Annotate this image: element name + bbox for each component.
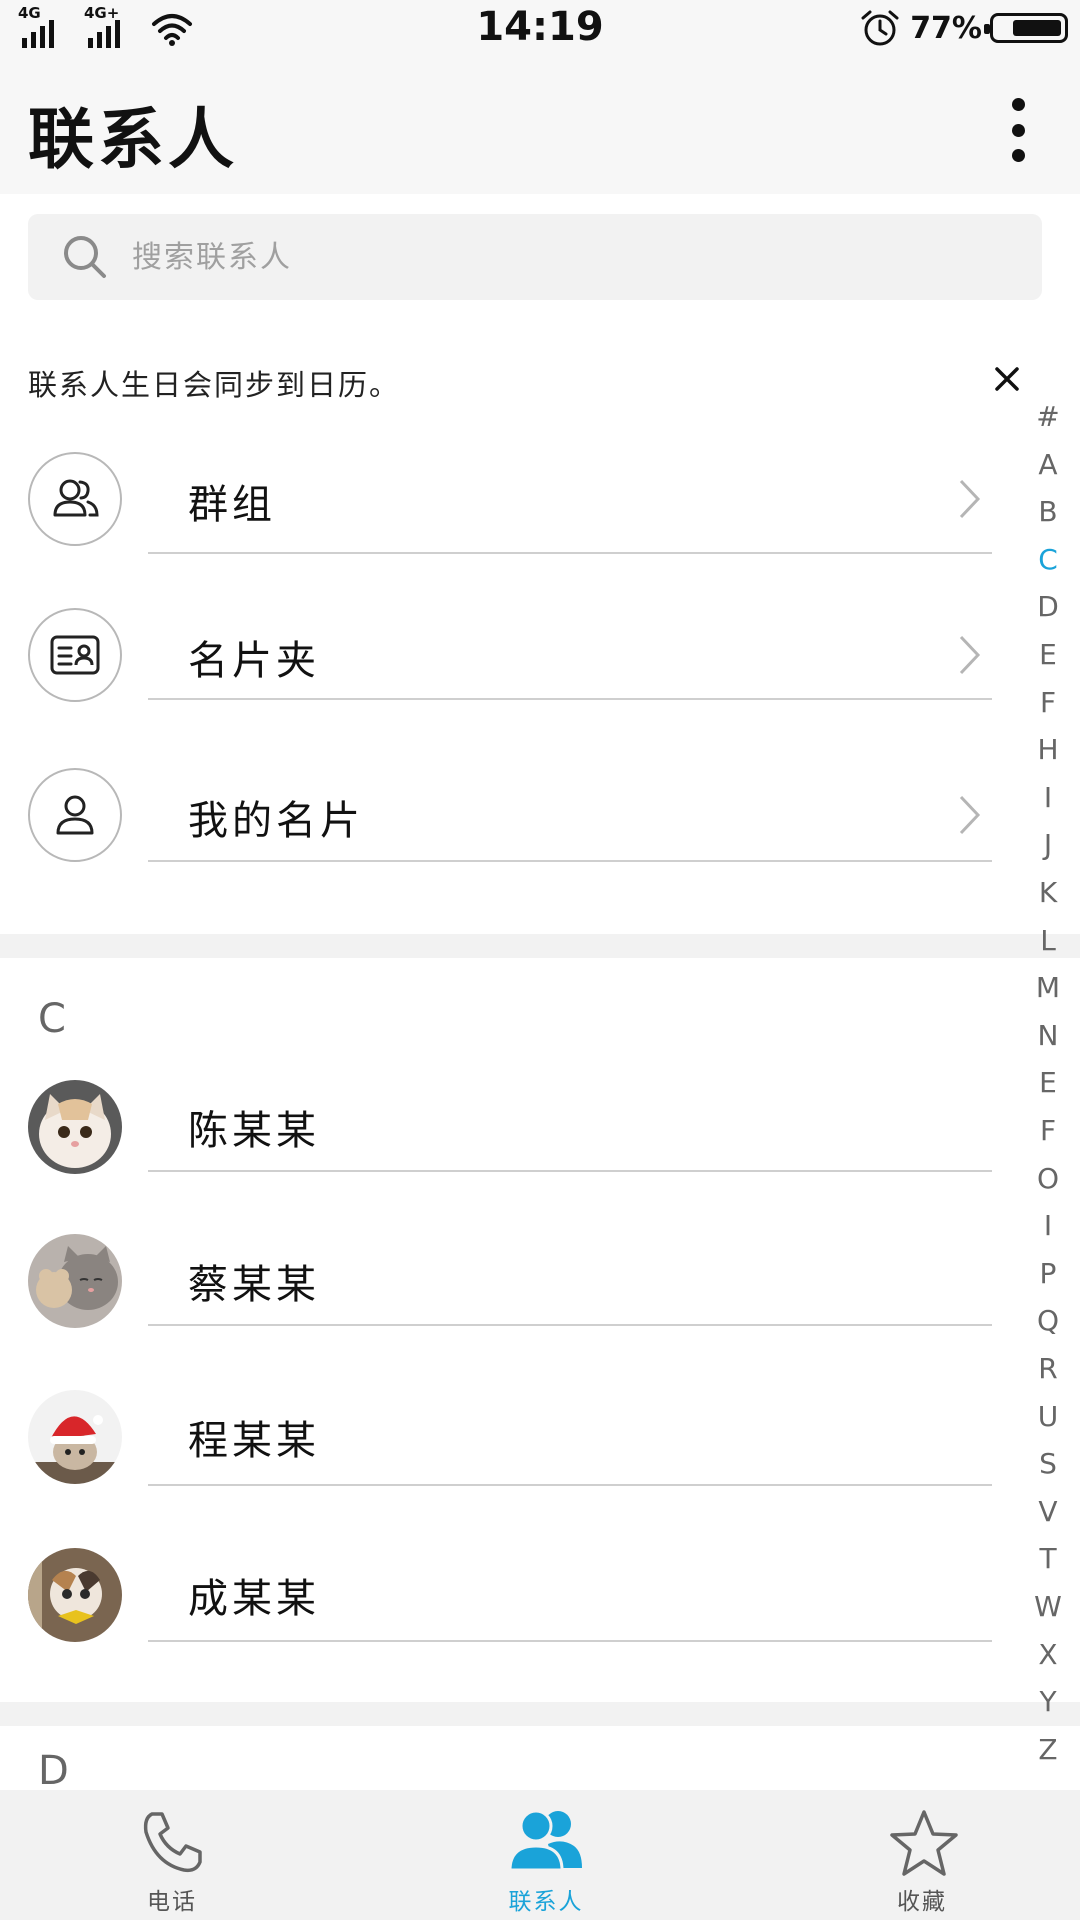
tab-label: 收藏 xyxy=(897,1889,947,1915)
close-icon[interactable] xyxy=(990,362,1024,396)
menu-item-card-holder[interactable]: 名片夹 xyxy=(0,604,1000,722)
contact-name: 陈某某 xyxy=(188,1108,320,1154)
index-letter[interactable]: J xyxy=(1028,828,1068,861)
menu-item-label: 我的名片 xyxy=(188,798,364,844)
divider xyxy=(148,860,992,862)
index-letter[interactable]: N xyxy=(1028,1019,1068,1052)
menu-item-groups[interactable]: 群组 xyxy=(0,448,1000,566)
page-title: 联系人 xyxy=(28,101,238,178)
divider xyxy=(148,1170,992,1172)
index-letter[interactable]: R xyxy=(1028,1352,1068,1385)
contact-name: 蔡某某 xyxy=(188,1262,320,1308)
index-letter[interactable]: A xyxy=(1028,448,1068,481)
avatar xyxy=(28,1234,122,1328)
index-letter[interactable]: S xyxy=(1028,1447,1068,1480)
more-vertical-icon[interactable] xyxy=(1008,98,1028,162)
index-letter[interactable]: T xyxy=(1028,1542,1068,1575)
divider xyxy=(148,1484,992,1486)
chevron-right-icon xyxy=(959,635,981,675)
divider xyxy=(148,1324,992,1326)
search-input[interactable] xyxy=(132,214,1012,300)
status-bar: 4G 4G+ 14:19 77% xyxy=(0,0,1080,56)
contacts-icon xyxy=(508,1809,582,1872)
index-letter[interactable]: X xyxy=(1028,1638,1068,1671)
star-icon xyxy=(890,1810,958,1876)
bottom-nav: 电话 联系人 收藏 xyxy=(0,1790,1080,1920)
section-separator xyxy=(0,1702,1080,1726)
card-holder-icon xyxy=(28,608,122,702)
phone-icon xyxy=(143,1812,202,1873)
section-separator xyxy=(0,934,1080,958)
divider xyxy=(148,698,992,700)
search-icon xyxy=(64,236,106,278)
index-letter[interactable]: H xyxy=(1028,733,1068,766)
index-letter[interactable]: V xyxy=(1028,1495,1068,1528)
menu-item-my-card[interactable]: 我的名片 xyxy=(0,764,1000,882)
section-header-c: C xyxy=(38,996,66,1042)
index-letter[interactable]: I xyxy=(1028,781,1068,814)
app-header: 联系人 xyxy=(0,56,1080,194)
index-letter[interactable]: E xyxy=(1028,1066,1068,1099)
index-letter[interactable]: I xyxy=(1028,1209,1068,1242)
chevron-right-icon xyxy=(959,795,981,835)
battery-icon xyxy=(984,13,1068,43)
index-letter[interactable]: F xyxy=(1028,686,1068,719)
menu-item-label: 名片夹 xyxy=(188,638,320,684)
index-letter[interactable]: Z xyxy=(1028,1733,1068,1766)
menu-item-label: 群组 xyxy=(188,482,276,528)
avatar xyxy=(28,1548,122,1642)
index-letter[interactable]: B xyxy=(1028,495,1068,528)
contact-item[interactable]: 成某某 xyxy=(0,1548,1000,1668)
contact-name: 成某某 xyxy=(188,1576,320,1622)
tab-label: 联系人 xyxy=(508,1889,584,1915)
index-letter[interactable]: L xyxy=(1028,924,1068,957)
index-letter[interactable]: # xyxy=(1028,400,1068,433)
contact-item[interactable]: 陈某某 xyxy=(0,1078,1000,1198)
index-letter[interactable]: O xyxy=(1028,1162,1068,1195)
index-letter[interactable]: C xyxy=(1028,543,1068,576)
index-letter[interactable]: E xyxy=(1028,638,1068,671)
index-letter[interactable]: P xyxy=(1028,1257,1068,1290)
section-header-d: D xyxy=(38,1748,69,1794)
index-letter[interactable]: K xyxy=(1028,876,1068,909)
index-letter[interactable]: Y xyxy=(1028,1685,1068,1718)
index-letter[interactable]: Q xyxy=(1028,1304,1068,1337)
avatar xyxy=(28,1390,122,1484)
battery-percent: 77% xyxy=(910,10,982,46)
tab-label: 电话 xyxy=(147,1889,197,1915)
group-icon xyxy=(28,452,122,546)
index-letter[interactable]: F xyxy=(1028,1114,1068,1147)
tab-phone[interactable]: 电话 xyxy=(92,1790,252,1920)
chevron-right-icon xyxy=(959,479,981,519)
contact-item[interactable]: 蔡某某 xyxy=(0,1234,1000,1354)
alarm-icon xyxy=(861,10,899,46)
index-letter[interactable]: W xyxy=(1028,1590,1068,1623)
avatar xyxy=(28,1080,122,1174)
my-card-icon xyxy=(28,768,122,862)
birthday-sync-notice: 联系人生日会同步到日历。 xyxy=(28,368,401,402)
search-bar[interactable] xyxy=(28,214,1042,300)
index-letter[interactable]: D xyxy=(1028,590,1068,623)
index-letter[interactable]: U xyxy=(1028,1400,1068,1433)
divider xyxy=(148,1640,992,1642)
tab-favorites[interactable]: 收藏 xyxy=(842,1790,1002,1920)
index-letter[interactable]: M xyxy=(1028,971,1068,1004)
contact-item[interactable]: 程某某 xyxy=(0,1390,1000,1510)
contact-name: 程某某 xyxy=(188,1418,320,1464)
divider xyxy=(148,552,992,554)
tab-contacts[interactable]: 联系人 xyxy=(466,1790,626,1920)
